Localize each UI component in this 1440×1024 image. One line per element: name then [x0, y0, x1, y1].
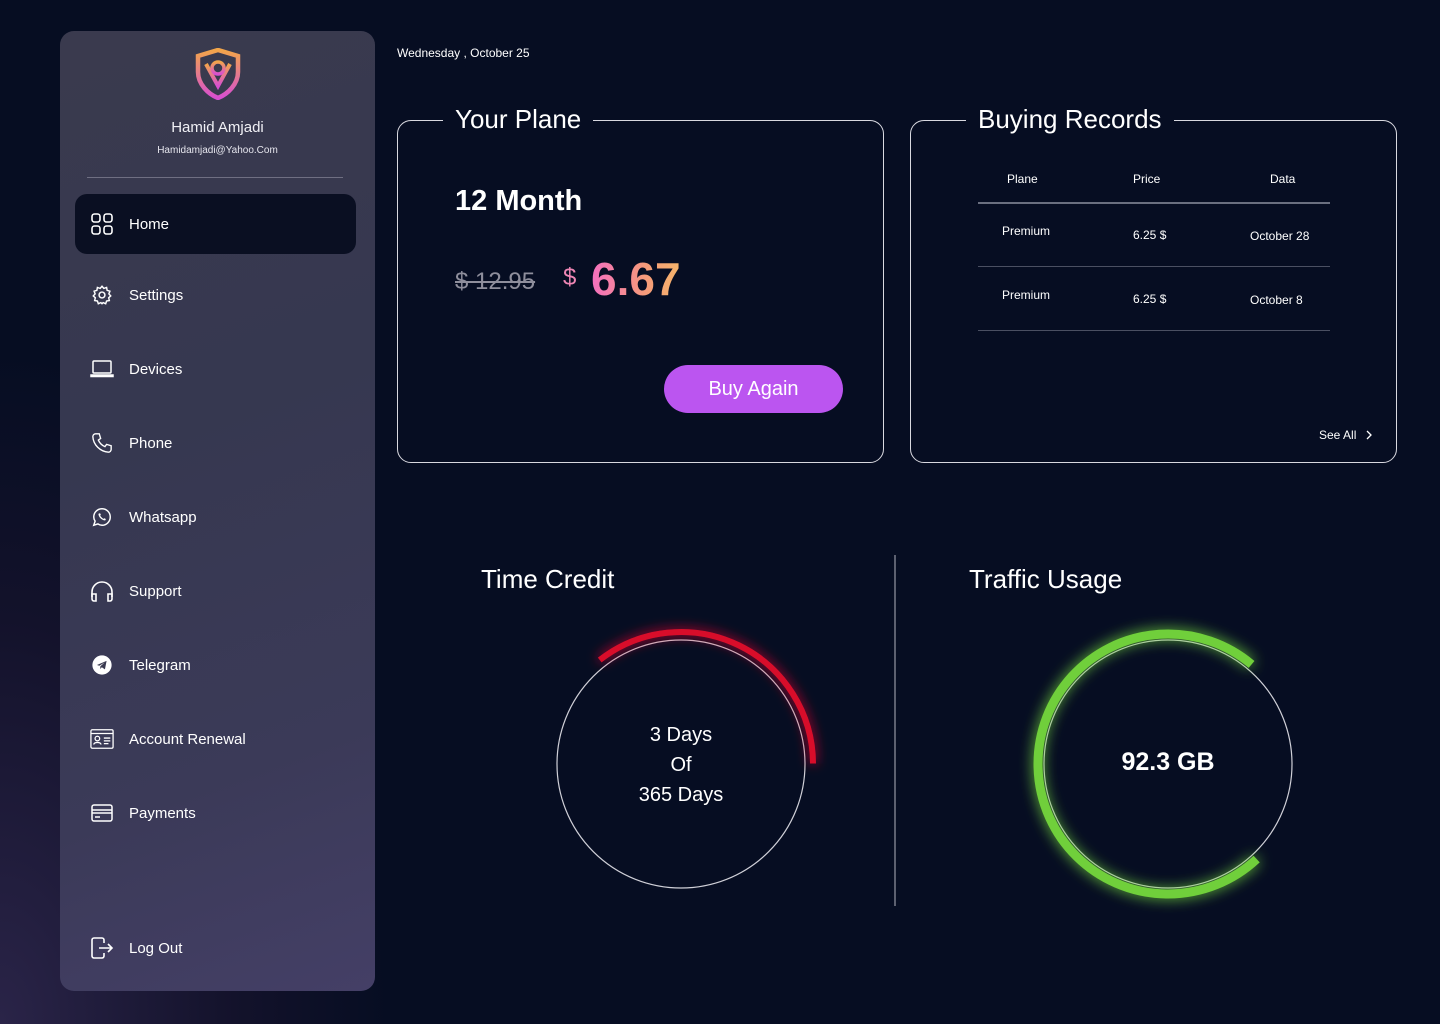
- row-divider: [978, 330, 1330, 331]
- user-name: Hamid Amjadi: [171, 119, 264, 136]
- new-price: 6.67: [591, 253, 681, 305]
- traffic-usage-value: 92.3 GB: [1121, 748, 1215, 776]
- logout-label: Log Out: [129, 939, 183, 957]
- chevron-right-icon: [1366, 430, 1373, 440]
- time-credit-label: 3 Days Of 365 Days: [581, 720, 781, 810]
- table-cell-price: 6.25 $: [1133, 228, 1167, 242]
- header-divider: [978, 202, 1330, 204]
- time-credit-days: 3 Days: [649, 724, 713, 746]
- sidebar-item-label: Payments: [129, 804, 196, 822]
- sidebar-divider: [87, 177, 343, 178]
- current-date: Wednesday , October 25: [397, 46, 530, 60]
- plan-title: Your Plane: [443, 104, 594, 135]
- table-cell-date: October 28: [1250, 229, 1310, 243]
- records-title: Buying Records: [966, 104, 1174, 135]
- traffic-usage-title: Traffic Usage: [969, 564, 1123, 594]
- see-all-link[interactable]: See All: [1319, 428, 1376, 442]
- sidebar-item-label: Support: [129, 582, 182, 600]
- sidebar-item-home[interactable]: Home: [75, 194, 356, 254]
- sidebar: Hamid Amjadi Hamidamjadi@Yahoo.Com Home …: [60, 31, 375, 991]
- table-cell-date: October 8: [1250, 293, 1303, 307]
- sidebar-item-telegram[interactable]: Telegram: [75, 635, 356, 695]
- table-cell-plane: Premium: [1002, 224, 1051, 238]
- sidebar-item-whatsapp[interactable]: Whatsapp: [75, 487, 356, 547]
- column-header-data: Data: [1270, 172, 1296, 186]
- sidebar-item-label: Settings: [129, 286, 184, 304]
- headphones-icon: [90, 579, 114, 603]
- sidebar-item-label: Whatsapp: [129, 508, 197, 526]
- logout-icon: [90, 936, 114, 960]
- row-divider: [978, 266, 1330, 267]
- laptop-icon: [90, 357, 114, 381]
- telegram-icon: [90, 653, 114, 677]
- see-all-label: See All: [1319, 428, 1357, 442]
- user-email: Hamidamjadi@Yahoo.Com: [157, 145, 278, 156]
- section-divider: [894, 555, 896, 906]
- shield-logo-icon: [195, 48, 241, 100]
- column-header-plane: Plane: [1007, 172, 1038, 186]
- sidebar-item-phone[interactable]: Phone: [75, 413, 356, 473]
- time-credit-title: Time Credit: [481, 564, 615, 594]
- phone-icon: [90, 431, 114, 455]
- plan-panel: Your Plane 12 Month $ 12.95 $ 6.67 Buy A…: [397, 104, 884, 463]
- id-card-icon: [90, 727, 114, 751]
- table-cell-plane: Premium: [1002, 288, 1051, 302]
- records-panel: Buying Records Plane Price Data Premium …: [910, 104, 1397, 463]
- sidebar-item-label: Telegram: [129, 656, 191, 674]
- sidebar-item-settings[interactable]: Settings: [75, 265, 356, 325]
- sidebar-item-account-renewal[interactable]: Account Renewal: [75, 709, 356, 769]
- time-credit-total: 365 Days: [638, 784, 724, 806]
- logout-button[interactable]: Log Out: [75, 918, 356, 978]
- sidebar-item-support[interactable]: Support: [75, 561, 356, 621]
- old-price: $ 12.95: [455, 268, 536, 295]
- sidebar-item-label: Home: [129, 215, 170, 233]
- currency-symbol: $: [563, 264, 577, 291]
- sidebar-item-payments[interactable]: Payments: [75, 783, 356, 843]
- grid-icon: [90, 212, 114, 236]
- time-credit-of: Of: [670, 754, 692, 776]
- sidebar-item-devices[interactable]: Devices: [75, 339, 356, 399]
- whatsapp-icon: [90, 505, 114, 529]
- sidebar-item-label: Phone: [129, 434, 173, 452]
- buy-again-button[interactable]: Buy Again: [664, 365, 843, 413]
- table-cell-price: 6.25 $: [1133, 292, 1167, 306]
- gear-icon: [90, 283, 114, 307]
- credit-card-icon: [90, 801, 114, 825]
- sidebar-item-label: Devices: [129, 360, 183, 378]
- plan-duration: 12 Month: [455, 185, 583, 217]
- sidebar-item-label: Account Renewal: [129, 730, 246, 748]
- column-header-price: Price: [1133, 172, 1161, 186]
